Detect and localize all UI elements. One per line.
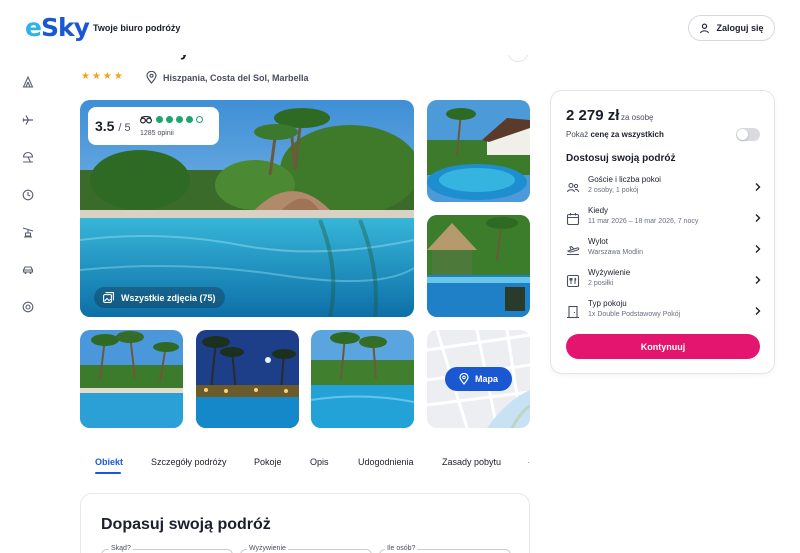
section-tabs: Obiekt Szczegóły podróży Pokoje Opis Udo… [80,450,530,476]
car-icon[interactable] [18,260,38,280]
rating-max: / 5 [118,122,131,134]
esky-logo[interactable]: eSky [25,13,90,42]
rating-dot [186,116,193,123]
life-ring-icon[interactable] [18,297,38,317]
chevron-right-icon [755,183,761,191]
map-button[interactable]: Mapa [445,367,512,391]
room-icon [567,305,579,319]
toggle-bold: cenę za wszystkich [590,130,664,139]
tab-szczegoly-podrozy[interactable]: Szczegóły podróży [151,457,227,467]
option-guests-sub: 2 osoby, 1 pokój [588,187,639,194]
meals-field-label: Wyżywienie [247,545,288,552]
option-meals-sub: 2 posiłki [588,280,614,287]
price-toggle-label: Pokaż cenę za wszystkich [566,130,664,139]
tab-zasady-pobytu[interactable]: Zasady pobytu [442,457,501,467]
rating-card[interactable]: 3.5 / 5 1285 opinii [88,107,219,145]
pool-palms-photo [80,330,183,428]
rating-score-wrap: 3.5 / 5 [95,118,131,134]
option-meals-title: Wyżywienie [588,268,631,277]
login-button[interactable]: Zaloguj się [688,15,775,41]
map-pin-icon [459,373,469,385]
tripadvisor-icon [140,116,152,124]
tab-udogodnienia[interactable]: Udogodnienia [358,457,414,467]
option-departure-title: Wylot [588,237,608,246]
booking-panel: 2 279 zł za osobę Pokaż cenę za wszystki… [550,90,775,374]
pool-garden-photo [427,100,530,202]
meals-icon [566,274,580,288]
photos-icon [103,292,114,303]
pool-day-photo [311,330,414,428]
hotel-photo-6[interactable] [311,330,414,428]
main-hotel-photo[interactable]: 3.5 / 5 1285 opinii Wszystkie zdjęcia (7… [80,100,414,317]
category-rail [18,72,38,335]
tab-obiekt[interactable]: Obiekt [95,457,123,467]
tagline: Twoje biuro podróży [93,23,181,33]
option-guests-title: Goście i liczba pokoi [588,175,661,184]
map-thumbnail[interactable]: Mapa [427,330,530,428]
beach-umbrella-icon[interactable] [18,147,38,167]
hotel-photo-4[interactable] [80,330,183,428]
pool-gazebo-photo [427,215,530,317]
all-photos-label: Wszystkie zdjęcia (75) [121,292,216,303]
adjust-trip-card: Dopasuj swoją podróż Skąd? Wyżywienie Il… [80,493,530,553]
tab-pokoje[interactable]: Pokoje [254,457,282,467]
adjust-title: Dopasuj swoją podróż [101,516,271,533]
departure-icon [566,246,580,255]
ski-lift-icon[interactable] [18,222,38,242]
price: 2 279 zł [566,107,620,124]
hotel-photo-2[interactable] [427,100,530,202]
rating-dots [156,116,203,123]
user-icon [700,23,710,33]
chevron-right-icon [755,245,761,253]
option-meals[interactable]: Wyżywienie 2 posiłki [566,268,762,294]
tab-more[interactable]: · [527,457,530,467]
page: y eSky Twoje biuro podróży Zaloguj się ★… [0,0,800,553]
chevron-right-icon [755,214,761,222]
from-field-label: Skąd? [109,545,133,552]
hotel-location[interactable]: Hiszpania, Costa del Sol, Marbella [146,71,309,84]
option-room-sub: 1x Double Podstawowy Pokój [588,311,681,318]
clock-icon[interactable] [18,185,38,205]
rating-dot [176,116,183,123]
pool-night-photo [196,330,299,428]
guests-icon [566,182,580,193]
rating-dot [196,116,203,123]
option-guests[interactable]: Goście i liczba pokoi 2 osoby, 1 pokój [566,175,762,201]
login-label: Zaloguj się [716,23,764,33]
reviews-count: 1285 opinii [140,130,174,137]
option-departure-sub: Warszawa Modlin [588,249,643,256]
option-dates-sub: 11 mar 2026 – 18 mar 2026, 7 nocy [588,218,699,225]
calendar-icon [566,213,580,226]
hotel-stars: ★★★★ [81,71,125,82]
option-dates-title: Kiedy [588,206,609,215]
continue-button[interactable]: Kontynuuj [566,334,760,359]
option-dates[interactable]: Kiedy 11 mar 2026 – 18 mar 2026, 7 nocy [566,206,762,232]
guests-field-label: Ile osób? [385,545,418,552]
rating-dot [156,116,163,123]
camping-icon[interactable] [18,72,38,92]
active-tab-indicator [95,472,121,474]
plane-icon[interactable] [18,110,38,130]
chevron-right-icon [755,307,761,315]
chevron-right-icon [755,276,761,284]
option-departure[interactable]: Wylot Warszawa Modlin [566,237,762,263]
price-for-all-toggle[interactable] [736,128,760,141]
option-room[interactable]: Typ pokoju 1x Double Podstawowy Pokój [566,299,762,325]
tab-opis[interactable]: Opis [310,457,329,467]
customize-title: Dostosuj swoją podróż [566,153,676,164]
hotel-photo-3[interactable] [427,215,530,317]
rating-dot [166,116,173,123]
toggle-prefix: Pokaż [566,130,591,139]
map-label: Mapa [474,374,498,384]
toggle-knob [737,129,748,140]
location-label: Hiszpania, Costa del Sol, Marbella [163,72,309,83]
hotel-photo-5[interactable] [196,330,299,428]
rating-score: 3.5 [95,118,115,134]
header: eSky Twoje biuro podróży Zaloguj się [0,0,800,55]
all-photos-button[interactable]: Wszystkie zdjęcia (75) [94,287,225,308]
location-pin-icon [146,71,157,84]
option-room-title: Typ pokoju [588,299,627,308]
price-per: za osobę [621,113,654,122]
